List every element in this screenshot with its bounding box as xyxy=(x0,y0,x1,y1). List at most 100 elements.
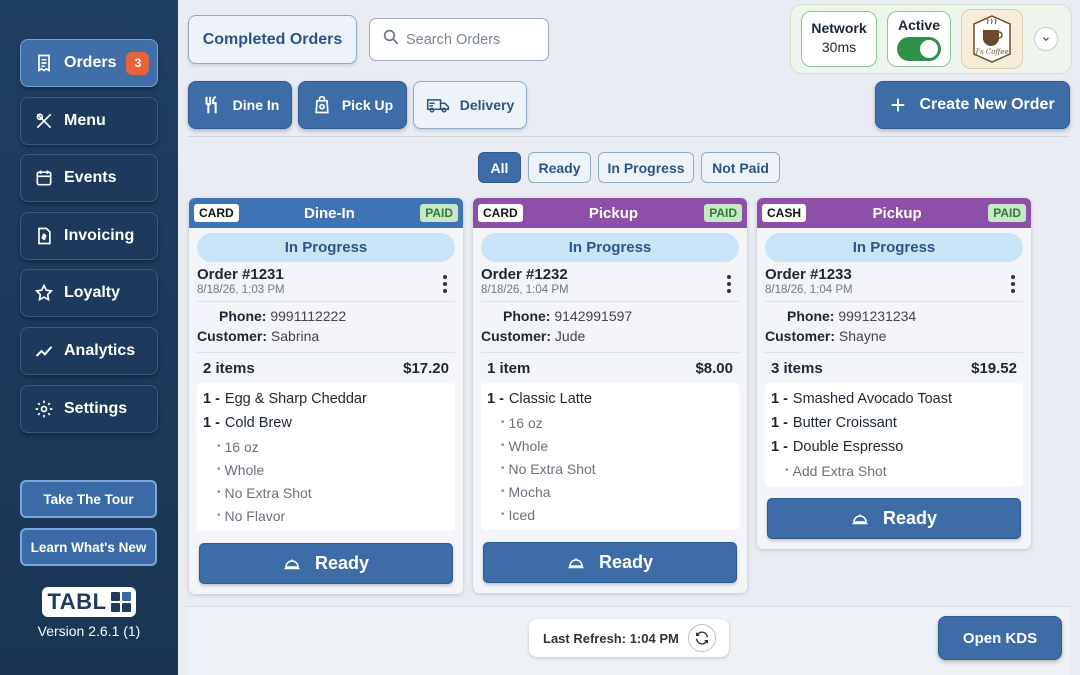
invoice-icon xyxy=(33,225,55,247)
order-type-label: Pickup xyxy=(872,204,922,222)
sidebar: Orders 3 Menu Events Invoicing Loyalty A… xyxy=(0,0,178,675)
pick-up-label: Pick Up xyxy=(341,97,394,113)
ready-button[interactable]: Ready xyxy=(199,543,453,584)
customer-label: Customer: xyxy=(197,328,268,344)
item-modifier: Whole xyxy=(487,434,735,457)
order-card-header: CASH Pickup PAID xyxy=(757,198,1031,228)
order-card: CARD Pickup PAID In Progress Order #1232… xyxy=(473,198,747,593)
item-count: 3 items xyxy=(771,359,823,377)
cloche-icon xyxy=(284,559,300,569)
create-order-label: Create New Order xyxy=(919,96,1055,113)
completed-orders-button[interactable]: Completed Orders xyxy=(188,15,357,64)
order-options-kebab-icon[interactable] xyxy=(435,272,455,296)
tabl-logo: TABL xyxy=(42,587,136,617)
search-icon xyxy=(382,28,400,51)
bag-icon xyxy=(315,95,329,114)
list-item: 1 - Cold Brew xyxy=(203,415,292,431)
active-status: Active xyxy=(887,11,951,67)
customer-phone: 9142991597 xyxy=(554,308,633,324)
item-count: 2 items xyxy=(203,359,255,377)
fork-knife-icon xyxy=(205,95,217,114)
network-status: Network 30ms xyxy=(801,11,877,67)
logo-grid-icon xyxy=(110,592,131,612)
utensils-icon xyxy=(33,110,55,132)
sidebar-item-menu[interactable]: Menu xyxy=(20,97,158,145)
order-total: $17.20 xyxy=(403,359,449,377)
order-status-pill[interactable]: In Progress xyxy=(197,233,455,262)
paid-tag: PAID xyxy=(988,204,1026,222)
customer-name: Jude xyxy=(554,328,586,344)
phone-label: Phone: xyxy=(503,308,551,324)
item-modifier: 16 oz xyxy=(203,435,451,458)
list-item: 1 - Double Espresso xyxy=(771,439,904,455)
order-options-kebab-icon[interactable] xyxy=(1003,272,1023,296)
order-date: 8/18/26, 1:04 PM xyxy=(481,284,569,296)
chart-line-icon xyxy=(33,340,55,362)
filter-in-progress[interactable]: In Progress xyxy=(598,152,694,183)
sidebar-item-events[interactable]: Events xyxy=(20,154,158,202)
order-number: Order #1233 xyxy=(765,266,852,283)
ready-button[interactable]: Ready xyxy=(767,498,1021,539)
item-modifier: No Extra Shot xyxy=(203,481,451,504)
payment-method-tag: CARD xyxy=(194,204,239,222)
active-toggle[interactable] xyxy=(897,37,941,61)
order-status-pill[interactable]: In Progress xyxy=(765,233,1023,262)
item-modifier: Mocha xyxy=(487,480,735,503)
phone-label: Phone: xyxy=(787,308,835,324)
order-date: 8/18/26, 1:03 PM xyxy=(197,284,285,296)
logo-text: TABL xyxy=(47,589,107,614)
item-count: 1 item xyxy=(487,359,531,377)
customer-phone: 9991112222 xyxy=(270,308,347,324)
order-total: $8.00 xyxy=(695,359,733,377)
order-items-list: 1 -Egg & Sharp Cheddar 1 -Cold Brew 16 o… xyxy=(197,383,455,531)
whats-new-button[interactable]: Learn What's New xyxy=(20,528,157,566)
filter-not-paid[interactable]: Not Paid xyxy=(701,152,780,183)
order-type-label: Dine-In xyxy=(304,204,355,222)
last-refresh-text: Last Refresh: 1:04 PM xyxy=(543,630,679,646)
order-total-row: 2 items $17.20 xyxy=(197,353,455,383)
item-modifier: No Flavor xyxy=(203,504,451,527)
network-latency: 30ms xyxy=(821,39,857,55)
sidebar-item-loyalty[interactable]: Loyalty xyxy=(20,269,158,317)
refresh-icon[interactable] xyxy=(688,624,716,652)
gear-icon xyxy=(33,398,55,420)
sidebar-item-orders[interactable]: Orders 3 xyxy=(20,39,158,87)
customer-name: Sabrina xyxy=(270,328,320,344)
plus-icon: + xyxy=(890,90,906,120)
list-item: 1 - Classic Latte xyxy=(487,391,592,407)
ready-button[interactable]: Ready xyxy=(483,542,737,583)
delivery-toggle[interactable]: Delivery xyxy=(413,81,527,129)
avatar-text: J's Coffee xyxy=(973,48,1008,56)
delivery-label: Delivery xyxy=(459,97,515,113)
pick-up-toggle[interactable]: Pick Up xyxy=(298,81,407,129)
cloche-icon xyxy=(568,558,584,568)
star-icon xyxy=(33,282,55,304)
open-kds-button[interactable]: Open KDS xyxy=(938,616,1062,660)
create-new-order-button[interactable]: + Create New Order xyxy=(875,81,1070,129)
sidebar-item-invoicing[interactable]: Invoicing xyxy=(20,212,158,260)
sidebar-item-label: Orders xyxy=(64,54,117,71)
sidebar-item-analytics[interactable]: Analytics xyxy=(20,327,158,375)
filter-all[interactable]: All xyxy=(478,152,521,183)
item-modifier: Add Extra Shot xyxy=(771,459,1019,482)
search-input[interactable] xyxy=(406,31,536,48)
dine-in-toggle[interactable]: Dine In xyxy=(188,81,292,129)
chevron-down-icon xyxy=(1043,37,1049,42)
filter-ready[interactable]: Ready xyxy=(528,152,591,183)
dine-in-label: Dine In xyxy=(232,97,280,113)
take-tour-button[interactable]: Take The Tour xyxy=(20,480,157,518)
search-box[interactable] xyxy=(369,18,549,61)
sidebar-item-label: Menu xyxy=(64,112,106,129)
account-dropdown[interactable] xyxy=(1034,27,1058,51)
header-divider xyxy=(188,136,1070,137)
paid-tag: PAID xyxy=(704,204,742,222)
store-avatar[interactable]: J's Coffee xyxy=(961,9,1023,69)
sidebar-item-label: Loyalty xyxy=(64,284,121,301)
order-status-pill[interactable]: In Progress xyxy=(481,233,739,262)
sidebar-item-settings[interactable]: Settings xyxy=(20,385,158,433)
item-modifier: Iced xyxy=(487,503,735,526)
sidebar-item-label: Invoicing xyxy=(64,227,135,244)
customer-label: Customer: xyxy=(481,328,552,344)
network-label: Network xyxy=(811,20,867,36)
order-options-kebab-icon[interactable] xyxy=(719,272,739,296)
